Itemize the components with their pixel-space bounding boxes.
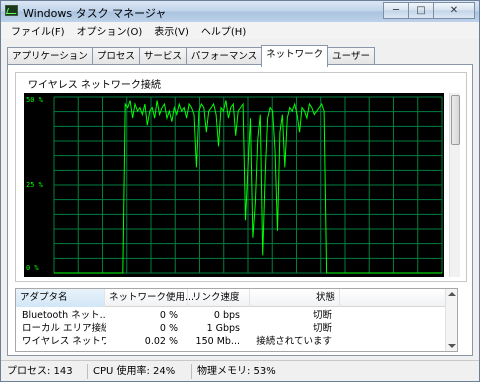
maximize-button[interactable]: □ [408,2,434,19]
minimize-icon: ─ [392,4,400,16]
network-utilization-graph: 50 % 25 % 0 % [24,93,444,277]
cell-link-speed: 1 Gbps [206,323,240,334]
network-graph-group: ワイヤレス ネットワーク接続 50 % 25 % 0 % [15,72,467,282]
y-label-25: 25 % [26,181,43,189]
graph-scroll-thumb[interactable] [451,95,460,145]
adapter-table: アダプタ名 ネットワーク使用... リンク速度 状態 Bluetooth ネット… [15,288,458,352]
window-controls: ─ □ ✕ [383,2,475,19]
y-label-50: 50 % [26,96,43,104]
tab-strip: アプリケーション プロセス サービス パフォーマンス ネットワーク ユーザー [7,45,375,67]
cell-link-speed: 150 Mb... [195,336,240,347]
column-network-utilization[interactable]: ネットワーク使用... [105,289,194,307]
cell-adapter-name: Bluetooth ネット... [22,310,106,321]
close-icon: ✕ [449,4,459,16]
cell-adapter-name: ワイヤレス ネットワ... [22,336,106,347]
status-processes: プロセス: 143 [7,366,73,377]
status-divider [191,364,192,379]
menu-help[interactable]: ヘルプ(H) [195,23,252,38]
column-state[interactable]: 状態 [250,289,340,307]
scroll-down-icon[interactable] [448,344,456,348]
menu-view[interactable]: 表示(V) [148,23,195,38]
cell-utilization: 0 % [159,310,178,321]
cell-state: 接続されています [256,336,332,347]
status-physical-memory: 物理メモリ: 53% [197,366,276,377]
tab-networking[interactable]: ネットワーク [261,45,329,67]
cell-utilization: 0 % [159,323,178,334]
cell-link-speed: 0 bps [213,310,240,321]
networking-panel: ワイヤレス ネットワーク接続 50 % 25 % 0 % アダプタ名 ネットワー… [7,64,473,356]
cell-state: 切断 [312,310,332,321]
task-manager-icon [5,5,18,16]
menu-bar: ファイル(F) オプション(O) 表示(V) ヘルプ(H) [1,22,479,39]
status-cpu-usage: CPU 使用率: 24% [93,366,176,377]
table-row[interactable]: ローカル エリア接続 0 % 1 Gbps 切断 [16,322,457,335]
y-label-0: 0 % [26,264,39,272]
column-link-speed[interactable]: リンク速度 [188,289,250,307]
table-row[interactable]: ワイヤレス ネットワ... 0.02 % 150 Mb... 接続されています [16,335,457,348]
maximize-icon: □ [416,4,426,16]
status-bar: プロセス: 143 CPU 使用率: 24% 物理メモリ: 53% [1,360,479,381]
status-divider [87,364,88,379]
task-manager-window: Windows タスク マネージャ ─ □ ✕ ファイル(F) オプション(O)… [0,0,480,382]
adapter-table-header: アダプタ名 ネットワーク使用... リンク速度 状態 [16,289,457,307]
menu-options[interactable]: オプション(O) [71,23,149,38]
scroll-up-icon[interactable] [448,292,456,296]
cell-utilization: 0.02 % [144,336,178,347]
cell-adapter-name: ローカル エリア接続 [22,323,106,334]
minimize-button[interactable]: ─ [383,2,409,19]
table-row[interactable]: Bluetooth ネット... 0 % 0 bps 切断 [16,309,457,322]
title-bar[interactable]: Windows タスク マネージャ ─ □ ✕ [1,1,479,22]
graph-title: ワイヤレス ネットワーク接続 [26,76,163,91]
window-title: Windows タスク マネージャ [23,7,167,20]
close-button[interactable]: ✕ [433,2,475,19]
cell-state: 切断 [312,323,332,334]
column-adapter-name[interactable]: アダプタ名 [16,289,105,307]
graph-canvas [53,96,443,274]
table-scrollbar[interactable] [445,289,457,351]
graph-scrollbar[interactable] [449,93,460,277]
menu-file[interactable]: ファイル(F) [5,23,71,38]
